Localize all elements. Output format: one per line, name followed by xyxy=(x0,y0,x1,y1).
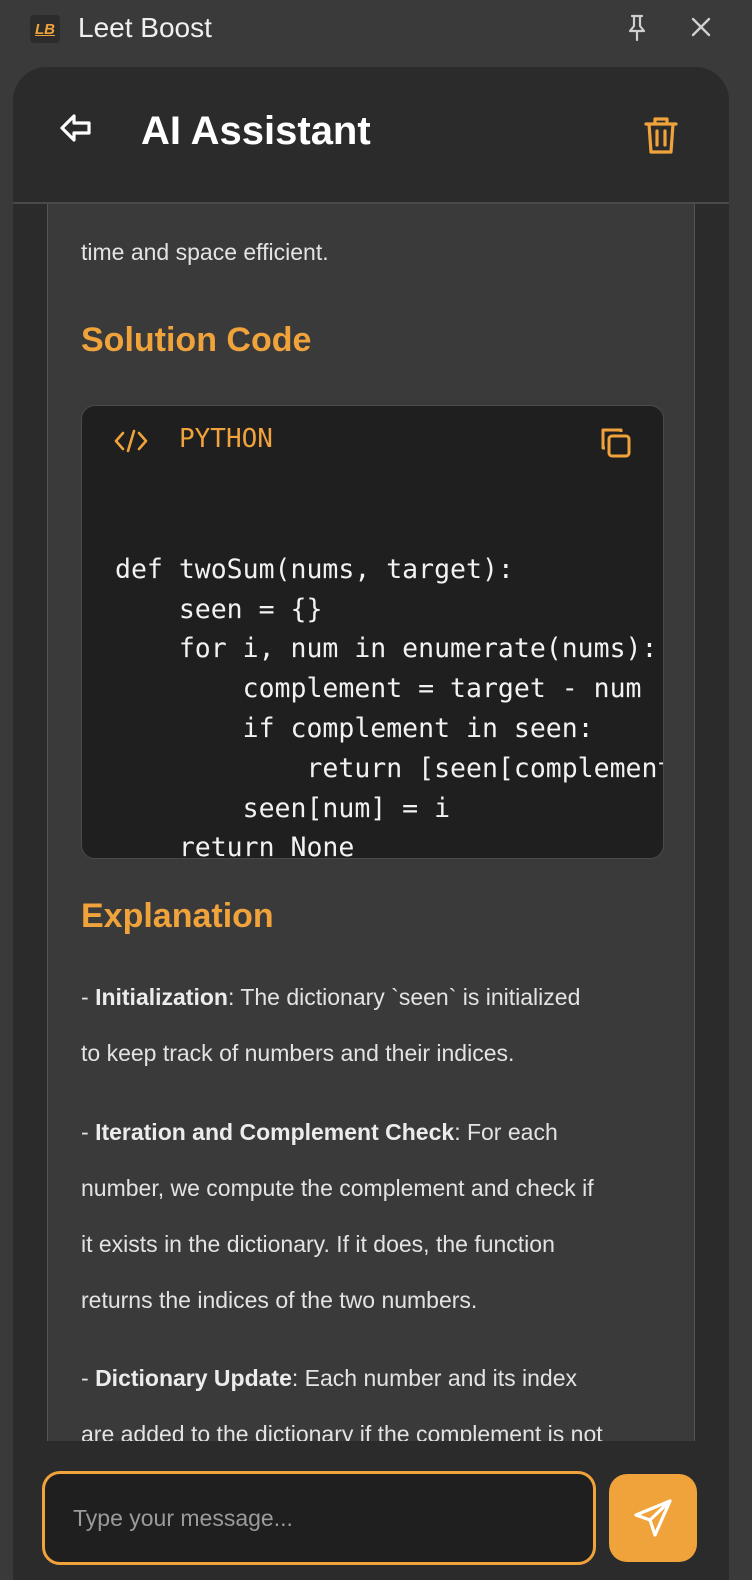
explanation-item: - Dictionary Update: Each number and its… xyxy=(81,1350,664,1441)
code-content: def twoSum(nums, target): seen = {} for … xyxy=(115,510,663,859)
app-title: Leet Boost xyxy=(78,12,212,43)
explanation-item: - Initialization: The dictionary `seen` … xyxy=(81,969,664,1081)
explanation-text: : The dictionary `seen` is initialized xyxy=(227,984,581,1010)
explanation-line: are added to the dictionary if the compl… xyxy=(81,1421,603,1441)
panel-header: AI Assistant xyxy=(13,67,729,204)
explanation-line: it exists in the dictionary. If it does,… xyxy=(81,1231,555,1257)
explanation-term: Initialization xyxy=(95,984,228,1010)
chat-scroll-area[interactable]: time and space efficient. Solution Code … xyxy=(13,204,729,1441)
back-icon[interactable] xyxy=(59,112,93,146)
explanation-line: number, we compute the complement and ch… xyxy=(81,1175,594,1201)
explanation-line: - Dictionary Update: Each number and its… xyxy=(81,1365,577,1391)
code-block: PYTHON def twoSum(nums, target): seen = … xyxy=(81,405,664,859)
code-line: for i, num in enumerate(nums): xyxy=(115,633,658,665)
page-title: AI Assistant xyxy=(141,109,371,153)
trash-icon[interactable] xyxy=(643,115,679,155)
code-line: if complement in seen: xyxy=(115,712,594,744)
intro-text: time and space efficient. xyxy=(81,239,329,265)
window-titlebar: LB Leet Boost xyxy=(0,0,752,60)
code-line: return [seen[complement], i] xyxy=(306,752,663,784)
send-icon xyxy=(634,1499,672,1537)
explanation-item: - Iteration and Complement Check: For ea… xyxy=(81,1104,664,1328)
explanation-text: : Each number and its index xyxy=(291,1365,577,1391)
explanation-term: Iteration and Complement Check xyxy=(95,1119,455,1145)
code-icon xyxy=(114,429,148,453)
explanation-line: - Initialization: The dictionary `seen` … xyxy=(81,984,581,1010)
code-line: complement = target - num xyxy=(115,673,642,705)
message-input[interactable] xyxy=(42,1471,596,1565)
explanation-line: to keep track of numbers and their indic… xyxy=(81,1040,515,1066)
pin-icon[interactable] xyxy=(626,14,648,42)
explanation-line: returns the indices of the two numbers. xyxy=(81,1287,478,1313)
code-line: def twoSum(nums, target): xyxy=(115,553,514,585)
code-line: return None xyxy=(115,832,355,859)
explanation-term: Dictionary Update xyxy=(95,1365,292,1391)
code-line: seen[num] = i xyxy=(115,792,451,824)
assistant-panel: AI Assistant time and space efficient. S… xyxy=(13,67,729,1580)
copy-icon[interactable] xyxy=(599,426,633,460)
explanation-text: : For each xyxy=(454,1119,558,1145)
app-logo: LB xyxy=(30,15,60,43)
explanation-heading: Explanation xyxy=(81,897,274,935)
close-icon[interactable] xyxy=(690,16,712,38)
code-line: seen = {} xyxy=(115,593,323,625)
solution-heading: Solution Code xyxy=(81,321,312,359)
code-language-label: PYTHON xyxy=(179,424,273,454)
assistant-message: time and space efficient. Solution Code … xyxy=(47,204,695,1441)
explanation-line: - Iteration and Complement Check: For ea… xyxy=(81,1119,558,1145)
send-button[interactable] xyxy=(609,1474,697,1562)
composer-bar xyxy=(13,1441,729,1580)
